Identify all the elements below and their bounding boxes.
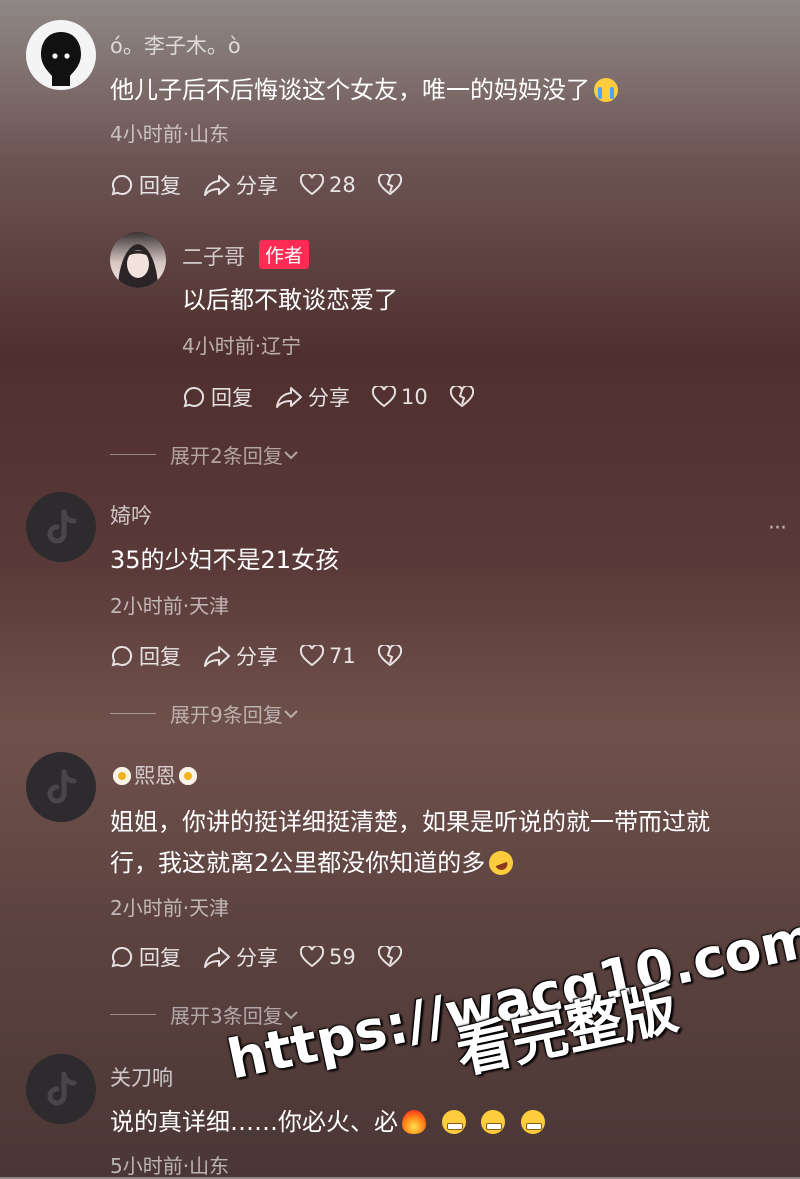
comment-username[interactable]: 熙恩 [110,760,200,790]
divider-line [110,1014,156,1015]
comment-actions: 回复 分享 71 [110,641,429,671]
share-button[interactable]: 分享 [203,170,278,200]
flower-emoji-icon [113,767,131,785]
comment-bubble-icon [111,946,133,968]
dislike-button[interactable] [377,946,407,968]
comment-actions: 回复 分享 59 [110,942,429,972]
comment-item: 婍吟 35的少妇不是21女孩 2小时前·天津 回复 分享 71 展开9条回复 [0,470,800,730]
comment-text-line: 行，我这就离2公里都没你知道的多 [110,843,517,884]
broken-heart-icon [377,645,402,667]
like-button[interactable]: 59 [300,945,356,969]
grin-emoji-icon [520,1110,545,1134]
fire-emoji-icon [402,1110,426,1134]
reply-button[interactable]: 回复 [182,382,253,412]
like-button[interactable]: 28 [300,173,356,197]
dislike-button[interactable] [377,174,407,196]
comment-meta: 2小时前·天津 [110,594,230,618]
grin-emoji-icon [441,1110,466,1134]
flower-emoji-icon [179,767,197,785]
avatar[interactable] [26,1054,96,1124]
like-button[interactable]: 71 [300,644,356,668]
author-badge: 作者 [259,240,310,269]
comment-text-line: 姐姐，你讲的挺详细挺清楚，如果是听说的就一带而过就 [110,808,710,836]
comment-bubble-icon [111,174,133,196]
broken-heart-icon [449,386,474,408]
heart-icon [300,946,324,968]
rolling-laugh-emoji-icon [485,847,517,879]
comment-text: 他儿子后不后悔谈这个女友，唯一的妈妈没了 [110,70,622,111]
comment-meta: 5小时前·山东 [110,1154,230,1178]
comment-actions: 回复 分享 28 [110,170,429,200]
avatar[interactable] [26,20,96,90]
broken-heart-icon [377,174,402,196]
avatar[interactable] [26,752,96,822]
chevron-down-icon [284,709,298,718]
expand-replies-button[interactable]: 展开2条回复 [110,440,299,469]
heart-icon [372,386,396,408]
share-arrow-icon [204,646,230,667]
avatar[interactable] [110,232,166,288]
share-arrow-icon [204,947,230,968]
share-button[interactable]: 分享 [203,641,278,671]
broken-heart-icon [377,946,402,968]
avatar-portrait-icon [118,244,158,288]
comment-meta: 2小时前·天津 [110,896,230,920]
reply-button[interactable]: 回复 [110,641,181,671]
reply-text: 以后都不敢谈恋爱了 [182,286,398,314]
comment-text: 说的真详细……你必火、必 [110,1102,549,1143]
comment-username[interactable]: ó。李子木。ò [110,30,241,60]
reply-actions: 回复 分享 10 [182,382,501,412]
divider-line [110,713,156,714]
share-button[interactable]: 分享 [275,382,350,412]
reply-button[interactable]: 回复 [110,942,181,972]
reply-meta: 4小时前·辽宁 [182,334,302,358]
reply-item: 二子哥 作者 以后都不敢谈恋爱了 4小时前·辽宁 回复 分享 10 展开2条回复 [0,210,800,470]
grin-emoji-icon [481,1110,506,1134]
comment-username[interactable]: 关刀响 [110,1062,173,1092]
avatar[interactable] [26,492,96,562]
avatar-figure-icon [41,32,81,86]
comment-bubble-icon [111,645,133,667]
more-options-button[interactable]: ··· [768,516,787,541]
tiktok-logo-icon [47,769,77,804]
dislike-button[interactable] [377,645,407,667]
comment-item: ó。李子木。ò 他儿子后不后悔谈这个女友，唯一的妈妈没了 4小时前·山东 回复 … [0,0,800,210]
chevron-down-icon [284,450,298,459]
reply-button[interactable]: 回复 [110,170,181,200]
comment-text: 35的少妇不是21女孩 [110,546,340,574]
comment-meta: 4小时前·山东 [110,122,230,146]
tiktok-logo-icon [47,1071,77,1106]
dislike-button[interactable] [449,386,479,408]
share-arrow-icon [204,175,230,196]
tiktok-logo-icon [47,509,77,544]
comment-username[interactable]: 婍吟 [110,500,152,530]
heart-icon [300,645,324,667]
crying-emoji-icon [594,78,618,102]
heart-icon [300,174,324,196]
divider-line [110,454,156,455]
like-button[interactable]: 10 [372,385,428,409]
comment-bubble-icon [183,386,205,408]
share-button[interactable]: 分享 [203,942,278,972]
reply-username[interactable]: 二子哥 作者 [182,240,310,271]
share-arrow-icon [276,387,302,408]
expand-replies-button[interactable]: 展开9条回复 [110,699,299,728]
comment-item: 关刀响 说的真详细……你必火、必 5小时前·山东 [0,1050,800,1178]
